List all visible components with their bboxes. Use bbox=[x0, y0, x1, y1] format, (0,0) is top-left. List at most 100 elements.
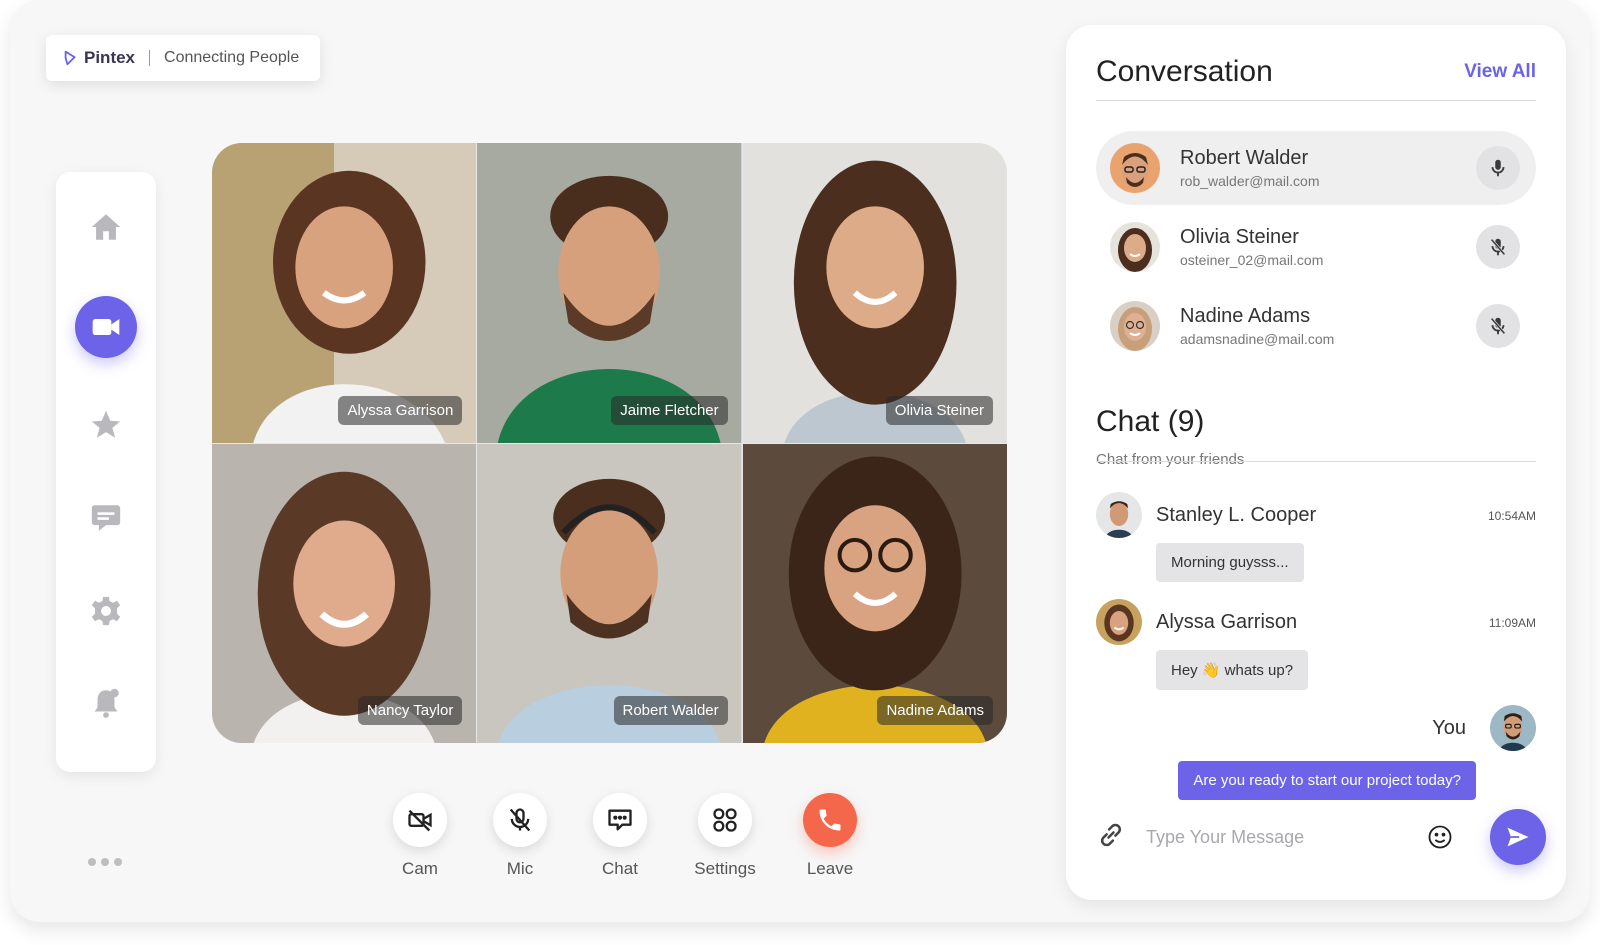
settings-button[interactable] bbox=[698, 793, 752, 847]
contact-email: adamsnadine@mail.com bbox=[1180, 331, 1335, 347]
settings-control: Settings bbox=[670, 793, 780, 879]
cam-label: Cam bbox=[402, 859, 438, 878]
sidebar-item-settings[interactable] bbox=[75, 580, 137, 642]
conversation-title: Conversation bbox=[1096, 55, 1273, 88]
video-tile-2[interactable]: Jaime Fletcher bbox=[477, 143, 742, 443]
brand-name: Pintex bbox=[84, 48, 136, 67]
message-composer bbox=[1096, 809, 1546, 865]
view-all-link[interactable]: View All bbox=[1464, 61, 1536, 83]
video-tile-4[interactable]: Nancy Taylor bbox=[212, 443, 477, 743]
message-bubble: Morning guysss... bbox=[1156, 543, 1304, 582]
contact-robert-walder[interactable]: Robert Walder rob_walder@mail.com bbox=[1096, 131, 1536, 205]
contact-name: Olivia Steiner bbox=[1180, 226, 1299, 248]
my-avatar[interactable] bbox=[1490, 705, 1536, 751]
avatar bbox=[1110, 143, 1160, 193]
call-controls: Cam Mic Chat Settings Leave bbox=[370, 793, 880, 879]
cam-control: Cam bbox=[370, 793, 470, 879]
star-icon bbox=[91, 410, 121, 438]
mic-icon bbox=[1491, 159, 1505, 177]
message-header: Stanley L. Cooper 10:54AM bbox=[1096, 491, 1536, 539]
message-time: 11:09AM bbox=[1488, 616, 1536, 630]
send-icon bbox=[1507, 827, 1529, 847]
video-tile-5[interactable]: Robert Walder bbox=[477, 443, 742, 743]
side-panel: Conversation View All Robert Walder rob_… bbox=[1066, 25, 1566, 900]
sidebar-item-messages[interactable] bbox=[75, 487, 137, 549]
contact-mic-button[interactable] bbox=[1476, 304, 1520, 348]
more-options-icon[interactable] bbox=[88, 858, 122, 866]
chat-title: Chat (9) bbox=[1096, 405, 1205, 438]
settings-label: Settings bbox=[694, 859, 756, 878]
video-icon bbox=[92, 319, 120, 335]
leave-label: Leave bbox=[806, 859, 854, 878]
grid-settings-icon bbox=[713, 808, 737, 832]
my-message-bubble: Are you ready to start our project today… bbox=[1178, 761, 1476, 800]
mic-muted-icon bbox=[1490, 317, 1506, 335]
chat-bubble-icon bbox=[608, 809, 632, 831]
leave-button[interactable] bbox=[803, 793, 857, 847]
contact-mic-button[interactable] bbox=[1476, 146, 1520, 190]
contact-olivia-steiner[interactable]: Olivia Steiner osteiner_02@mail.com bbox=[1096, 210, 1536, 284]
contact-info: Robert Walder rob_walder@mail.com bbox=[1180, 147, 1319, 189]
participant-name-tag: Jaime Fletcher bbox=[611, 395, 728, 425]
emoji-icon[interactable] bbox=[1426, 823, 1454, 856]
message-header: Alyssa Garrison 11:09AM bbox=[1096, 598, 1536, 646]
avatar[interactable] bbox=[1096, 599, 1142, 645]
contact-info: Olivia Steiner osteiner_02@mail.com bbox=[1180, 226, 1323, 268]
attach-link-icon[interactable] bbox=[1096, 820, 1126, 855]
participant-name-tag: Nancy Taylor bbox=[357, 696, 463, 725]
participant-name-tag: Alyssa Garrison bbox=[338, 395, 463, 425]
video-tile-1[interactable]: Alyssa Garrison bbox=[212, 143, 477, 443]
bell-icon bbox=[94, 688, 119, 718]
avatar bbox=[1110, 301, 1160, 351]
avatar bbox=[1110, 222, 1160, 272]
video-tile-3[interactable]: Olivia Steiner bbox=[742, 143, 1007, 443]
message-input[interactable] bbox=[1146, 826, 1406, 848]
send-button[interactable] bbox=[1490, 809, 1546, 865]
sidebar-item-favorites[interactable] bbox=[75, 394, 137, 456]
gear-icon bbox=[91, 596, 121, 626]
contact-info: Nadine Adams adamsnadine@mail.com bbox=[1180, 305, 1334, 347]
leave-control: Leave bbox=[780, 793, 880, 879]
divider bbox=[1096, 100, 1536, 101]
cam-button[interactable] bbox=[393, 793, 447, 847]
video-grid: Alyssa Garrison Jaime Fletcher Olivia St… bbox=[212, 143, 1007, 743]
mic-muted-icon bbox=[1490, 238, 1506, 256]
participant-name-tag: Robert Walder bbox=[613, 696, 728, 725]
chat-subtitle: Chat from your friends bbox=[1096, 451, 1245, 468]
contact-name: Nadine Adams bbox=[1180, 305, 1311, 327]
dot bbox=[101, 858, 109, 866]
brand-tagline: Connecting People bbox=[164, 49, 300, 66]
sidebar-item-notifications[interactable] bbox=[75, 672, 137, 734]
contact-email: osteiner_02@mail.com bbox=[1180, 252, 1324, 268]
message-sender: Alyssa Garrison bbox=[1156, 610, 1298, 633]
home-icon bbox=[91, 214, 121, 240]
contact-name: Robert Walder bbox=[1180, 147, 1309, 169]
contact-mic-button[interactable] bbox=[1476, 225, 1520, 269]
brand-logo[interactable]: Pintex bbox=[62, 48, 135, 68]
pintex-logo-icon bbox=[64, 50, 76, 66]
divider bbox=[1096, 461, 1536, 462]
mic-off-icon bbox=[509, 808, 531, 832]
video-tile-6[interactable]: Nadine Adams bbox=[742, 443, 1007, 743]
contact-email: rob_walder@mail.com bbox=[1180, 173, 1320, 189]
dot bbox=[114, 858, 122, 866]
avatar[interactable] bbox=[1096, 492, 1142, 538]
message-bubble: Hey 👋 whats up? bbox=[1156, 650, 1309, 690]
chat-icon bbox=[91, 505, 121, 531]
phone-icon bbox=[819, 809, 841, 831]
mic-label: Mic bbox=[506, 859, 534, 878]
camera-off-icon bbox=[408, 809, 432, 832]
sidebar-item-home[interactable] bbox=[75, 196, 137, 258]
sidebar-item-video[interactable] bbox=[75, 296, 137, 358]
chat-control: Chat bbox=[570, 793, 670, 879]
participant-name-tag: Nadine Adams bbox=[877, 696, 993, 725]
sidebar-nav bbox=[56, 172, 156, 772]
message-time: 10:54AM bbox=[1487, 509, 1536, 523]
mic-button[interactable] bbox=[493, 793, 547, 847]
dot bbox=[88, 858, 96, 866]
chat-label: Chat bbox=[602, 859, 638, 878]
brand-divider bbox=[149, 50, 151, 66]
contact-nadine-adams[interactable]: Nadine Adams adamsnadine@mail.com bbox=[1096, 289, 1536, 363]
message-sender: Stanley L. Cooper bbox=[1156, 503, 1317, 526]
chat-button[interactable] bbox=[593, 793, 647, 847]
